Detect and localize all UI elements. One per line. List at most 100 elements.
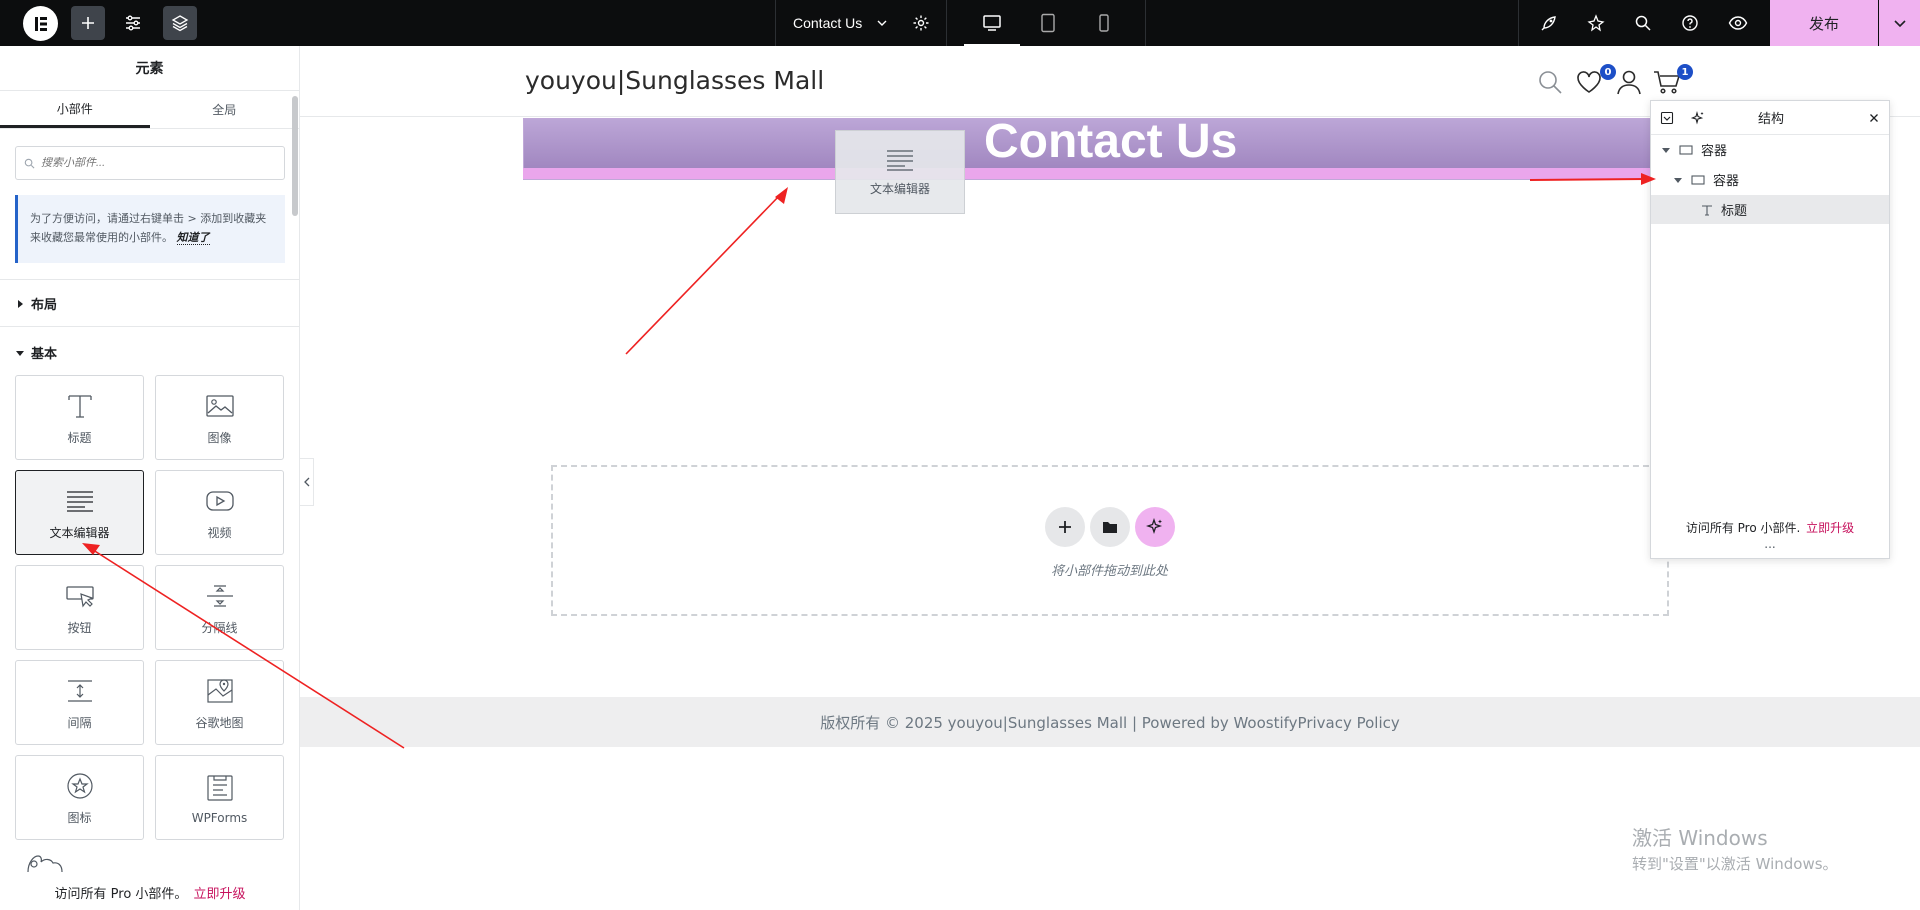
chevron-down-icon [1893, 20, 1906, 28]
pro-upsell-text: 访问所有 Pro 小部件。 [54, 886, 188, 902]
panel-tabs: 小部件 全局 [0, 91, 299, 129]
heading-icon [67, 395, 92, 418]
chevron-left-icon [303, 477, 309, 487]
chevron-down-icon [877, 20, 887, 26]
gear-icon [913, 15, 929, 31]
widget-label: 标题 [67, 431, 92, 445]
structure-item-container-nested[interactable]: 容器 [1651, 165, 1889, 194]
preview-button[interactable] [1726, 11, 1750, 35]
widget-button[interactable]: 按钮 [15, 565, 144, 650]
add-template-button[interactable] [1090, 507, 1130, 547]
structure-item-label: 容器 [1701, 144, 1728, 159]
structure-panel: 结构 容器 容器 标题 访问所有 Pro 小部件. 立即升级 ... [1650, 100, 1890, 559]
caret-right-icon [18, 299, 23, 308]
structure-toggle-button[interactable] [163, 6, 197, 40]
dragged-widget-preview[interactable]: 文本编辑器 [835, 130, 965, 214]
section-layout-toggle[interactable]: 布局 [15, 294, 57, 313]
wishlist-button[interactable] [1575, 68, 1603, 96]
widget-spacer[interactable]: 间隔 [15, 660, 144, 745]
finder-button[interactable] [1631, 11, 1655, 35]
device-desktop-button[interactable] [980, 11, 1004, 35]
mobile-icon [1099, 14, 1109, 32]
heading-icon [1702, 204, 1712, 216]
publish-button[interactable]: 发布 [1770, 0, 1878, 46]
widget-label: 间隔 [67, 716, 92, 730]
widget-image[interactable]: 图像 [155, 375, 284, 460]
tab-global[interactable]: 全局 [150, 91, 300, 128]
tip-dismiss-link[interactable]: 知道了 [176, 231, 210, 245]
help-button[interactable] [1678, 11, 1702, 35]
widget-google-maps[interactable]: 谷歌地图 [155, 660, 284, 745]
widget-label: 图标 [67, 811, 92, 825]
text-editor-icon [66, 491, 93, 512]
widget-search-input[interactable] [41, 157, 271, 169]
sparkle-icon[interactable] [1691, 111, 1705, 125]
watermark-line1: 激活 Windows [1632, 826, 1768, 850]
search-icon [24, 158, 35, 168]
text-editor-icon [887, 149, 913, 171]
page-settings-button[interactable] [909, 11, 933, 35]
wishlist-count-badge: 0 [1600, 64, 1616, 80]
topbar-separator [1518, 0, 1519, 46]
close-icon[interactable] [1869, 113, 1879, 123]
widget-label: WPForms [191, 810, 248, 825]
widget-wpforms[interactable]: WPForms [155, 755, 284, 840]
layers-icon [171, 15, 189, 32]
structure-item-container[interactable]: 容器 [1651, 135, 1889, 164]
tab-widgets[interactable]: 小部件 [0, 91, 150, 128]
collapse-all-icon[interactable] [1660, 111, 1674, 125]
caret-down-icon[interactable] [1661, 145, 1671, 155]
section-basic-label: 基本 [31, 347, 58, 362]
image-icon [205, 395, 234, 417]
structure-upgrade-link[interactable]: 立即升级 [1806, 521, 1854, 535]
widget-label: 分隔线 [201, 621, 238, 635]
section-divider [0, 279, 299, 280]
structure-item-label: 容器 [1713, 174, 1740, 189]
cart-count-badge: 1 [1677, 64, 1693, 80]
add-element-button[interactable] [71, 6, 105, 40]
structure-item-heading[interactable]: 标题 [1651, 195, 1889, 224]
tip-text: 为了方便访问，请通过右键单击 > 添加到收藏夹来收藏您最常使用的小部件。 [30, 212, 267, 244]
caret-down-icon[interactable] [1673, 175, 1683, 185]
elementor-logo-button[interactable] [23, 6, 58, 41]
site-title[interactable]: youyou|Sunglasses Mall [525, 66, 824, 95]
widget-icon[interactable]: 图标 [15, 755, 144, 840]
add-section-button[interactable] [1045, 507, 1085, 547]
section-basic-toggle[interactable]: 基本 [15, 343, 57, 362]
widget-video[interactable]: 视频 [155, 470, 284, 555]
account-button[interactable] [1615, 68, 1643, 96]
widget-search-field[interactable] [15, 146, 285, 180]
whats-new-button[interactable] [1584, 11, 1608, 35]
watermark-line2: 转到"设置"以激活 Windows。 [1632, 855, 1838, 873]
site-footer[interactable]: 版权所有 © 2025 youyou|Sunglasses Mall | Pow… [300, 697, 1920, 747]
widget-divider[interactable]: 分隔线 [155, 565, 284, 650]
map-icon [206, 679, 233, 703]
hero-drop-indicator [523, 168, 1651, 179]
device-tablet-button[interactable] [1036, 11, 1060, 35]
widget-text-editor[interactable]: 文本编辑器 [15, 470, 144, 555]
publish-options-button[interactable] [1879, 0, 1920, 46]
panel-collapse-handle[interactable] [300, 458, 314, 506]
site-search-button[interactable] [1536, 68, 1564, 96]
search-icon [1635, 15, 1651, 31]
structure-resize-handle[interactable]: ... [1651, 538, 1889, 550]
container-icon [1691, 174, 1705, 185]
panel-title: 元素 [0, 46, 299, 91]
site-settings-button[interactable] [116, 6, 150, 40]
upgrade-link[interactable]: 立即升级 [193, 883, 245, 902]
launchpad-button[interactable] [1537, 11, 1561, 35]
megaphone-icon [1587, 14, 1605, 32]
ai-generate-button[interactable] [1135, 507, 1175, 547]
structure-pro-upsell: 访问所有 Pro 小部件. 立即升级 [1651, 519, 1889, 536]
dragged-widget-label: 文本编辑器 [869, 181, 930, 196]
hero-heading[interactable]: Contact Us [984, 114, 1237, 169]
panel-scrollbar[interactable] [292, 96, 298, 216]
plus-icon [82, 17, 94, 29]
device-mobile-button[interactable] [1092, 11, 1116, 35]
eye-icon [1728, 16, 1748, 30]
sparkle-icon [1146, 518, 1163, 535]
pro-upsell-bar: 访问所有 Pro 小部件。 立即升级 [0, 874, 299, 910]
widget-heading[interactable]: 标题 [15, 375, 144, 460]
top-bar: Contact Us 发布 [0, 0, 1920, 46]
page-title-selector[interactable]: Contact Us [793, 0, 888, 46]
